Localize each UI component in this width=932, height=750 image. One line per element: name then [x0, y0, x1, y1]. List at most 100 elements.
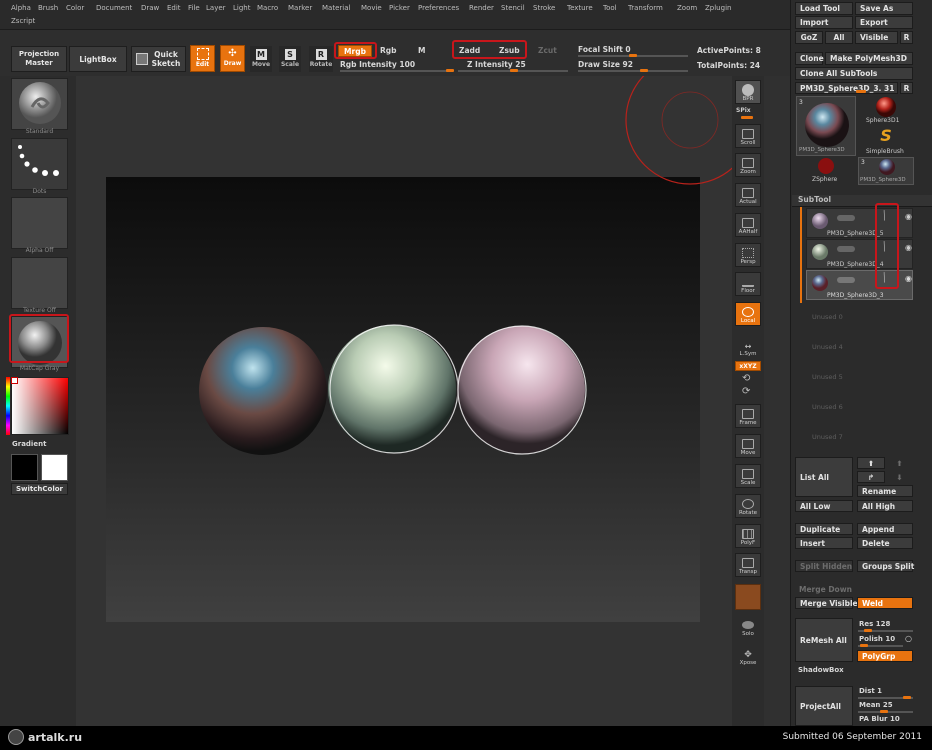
- rotate-button[interactable]: R Rotate: [309, 46, 333, 72]
- bpr-button[interactable]: BPR: [735, 80, 761, 104]
- import-button[interactable]: Import: [795, 16, 853, 29]
- move-view-button[interactable]: Move: [735, 434, 761, 458]
- polyf-button[interactable]: PolyF: [735, 524, 761, 548]
- menu-edit[interactable]: Edit: [167, 4, 181, 12]
- lightbox-button[interactable]: LightBox: [69, 46, 127, 72]
- switch-color-button[interactable]: SwitchColor: [11, 483, 68, 495]
- subtool-1-eye-icon[interactable]: ◉: [905, 212, 912, 221]
- m-button[interactable]: M: [418, 46, 425, 55]
- menu-marker[interactable]: Marker: [288, 4, 312, 12]
- draw-button[interactable]: ✣ Draw: [220, 45, 245, 72]
- zoom-button[interactable]: Zoom: [735, 153, 761, 177]
- clone-all-subtools-button[interactable]: Clone All SubTools: [795, 67, 913, 80]
- brush-picker[interactable]: [11, 78, 68, 130]
- primary-color-swatch[interactable]: [11, 454, 38, 481]
- menu-brush[interactable]: Brush: [38, 4, 58, 12]
- save-as-button[interactable]: Save As: [855, 2, 913, 15]
- menu-layer[interactable]: Layer: [206, 4, 226, 12]
- alpha-picker[interactable]: [11, 197, 68, 249]
- scale-button[interactable]: S Scale: [279, 46, 301, 72]
- aahalf-button[interactable]: AAHalf: [735, 213, 761, 237]
- menu-file[interactable]: File: [188, 4, 200, 12]
- rotate-view-button[interactable]: Rotate: [735, 494, 761, 518]
- menu-color[interactable]: Color: [66, 4, 84, 12]
- tool-r-button[interactable]: R: [900, 82, 913, 94]
- edit-button[interactable]: Edit: [190, 45, 215, 72]
- menu-preferences[interactable]: Preferences: [418, 4, 459, 12]
- current-tool-slider[interactable]: PM3D_Sphere3D_3. 31: [795, 82, 898, 94]
- mean-knob[interactable]: [880, 710, 888, 713]
- merge-visible-button[interactable]: Merge Visible: [795, 597, 858, 609]
- tool-thumb-pm3d-small[interactable]: 3 PM3D_Sphere3D: [858, 157, 914, 185]
- menu-stroke[interactable]: Stroke: [533, 4, 555, 12]
- clone-button[interactable]: Clone: [795, 52, 824, 65]
- z-intensity-knob[interactable]: [510, 69, 518, 72]
- subtool-2-toggle[interactable]: [837, 246, 855, 252]
- scroll-button[interactable]: Scroll: [735, 124, 761, 148]
- scale-view-button[interactable]: Scale: [735, 464, 761, 488]
- frame-button[interactable]: Frame: [735, 404, 761, 428]
- all-high-button[interactable]: All High: [857, 500, 913, 512]
- quick-sketch-button[interactable]: Quick Sketch: [131, 46, 186, 72]
- menu-macro[interactable]: Macro: [257, 4, 278, 12]
- menu-zscript[interactable]: Zscript: [11, 17, 35, 25]
- draw-size-slider[interactable]: [578, 70, 688, 72]
- spix-slider[interactable]: [741, 116, 753, 119]
- rgb-intensity-slider[interactable]: [340, 70, 452, 72]
- draw-size-knob[interactable]: [640, 69, 648, 72]
- menu-movie[interactable]: Movie: [361, 4, 382, 12]
- polish-knob[interactable]: [860, 644, 868, 647]
- polygrp-toggle[interactable]: PolyGrp: [857, 650, 913, 662]
- subtool-1-toggle[interactable]: [837, 215, 855, 221]
- menu-picker[interactable]: Picker: [389, 4, 410, 12]
- subtool-2-eye-icon[interactable]: ◉: [905, 243, 912, 252]
- transp-button[interactable]: Transp: [735, 553, 761, 577]
- make-polymesh-button[interactable]: Make PolyMesh3D: [825, 52, 913, 65]
- menu-zoom[interactable]: Zoom: [677, 4, 697, 12]
- document-canvas[interactable]: [106, 177, 700, 622]
- menu-texture[interactable]: Texture: [567, 4, 593, 12]
- delete-button[interactable]: Delete: [857, 537, 913, 549]
- tool-thumb-sphere3d1[interactable]: Sphere3D1: [860, 96, 912, 126]
- menu-light[interactable]: Light: [233, 4, 250, 12]
- rgb-button[interactable]: Rgb: [380, 46, 397, 55]
- tool-thumb-current[interactable]: 3 PM3D_Sphere3D: [796, 96, 856, 156]
- project-all-button[interactable]: ProjectAll: [795, 686, 853, 726]
- color-picker[interactable]: [11, 377, 69, 435]
- texture-picker[interactable]: [11, 257, 68, 309]
- subtool-header[interactable]: SubTool: [792, 195, 932, 207]
- hue-strip[interactable]: [6, 377, 10, 435]
- subtool-3-toggle[interactable]: [837, 277, 855, 283]
- tool-thumb-simplebrush[interactable]: S SimpleBrush: [860, 127, 912, 157]
- subtool-move-button[interactable]: ↱: [857, 471, 885, 483]
- goz-button[interactable]: GoZ: [795, 31, 823, 44]
- list-all-button[interactable]: List All: [795, 457, 853, 497]
- menu-draw[interactable]: Draw: [141, 4, 159, 12]
- focal-shift-knob[interactable]: [629, 54, 637, 57]
- gradient-button[interactable]: Gradient: [12, 440, 46, 448]
- res-knob[interactable]: [864, 629, 872, 632]
- append-button[interactable]: Append: [857, 523, 913, 535]
- dist-knob[interactable]: [903, 696, 911, 699]
- actual-button[interactable]: Actual: [735, 183, 761, 207]
- load-tool-button[interactable]: Load Tool: [795, 2, 853, 15]
- rgb-intensity-knob[interactable]: [446, 69, 454, 72]
- rename-button[interactable]: Rename: [857, 485, 913, 497]
- goz-r-button[interactable]: R: [900, 31, 913, 44]
- move-button[interactable]: M Move: [250, 46, 272, 72]
- xxyz-button[interactable]: xXYZ: [735, 361, 761, 371]
- zsub-button[interactable]: Zsub: [499, 46, 520, 55]
- rotate-y-icon[interactable]: ⟲: [742, 373, 750, 384]
- subtool-item-2[interactable]: ◉ PM3D_Sphere3D_4: [806, 239, 913, 269]
- weld-toggle[interactable]: Weld: [857, 597, 913, 609]
- mrgb-button[interactable]: Mrgb: [338, 45, 372, 57]
- xpose-button[interactable]: ✥ Xpose: [735, 643, 761, 667]
- material-picker[interactable]: [11, 316, 68, 368]
- subtool-scrollbar[interactable]: [800, 207, 802, 303]
- menu-transform[interactable]: Transform: [628, 4, 663, 12]
- goz-all-button[interactable]: All: [825, 31, 853, 44]
- local-button[interactable]: Local: [735, 302, 761, 326]
- menu-tool[interactable]: Tool: [603, 4, 617, 12]
- subtool-3-eye-icon[interactable]: ◉: [905, 274, 912, 283]
- ghost-button[interactable]: [735, 584, 761, 610]
